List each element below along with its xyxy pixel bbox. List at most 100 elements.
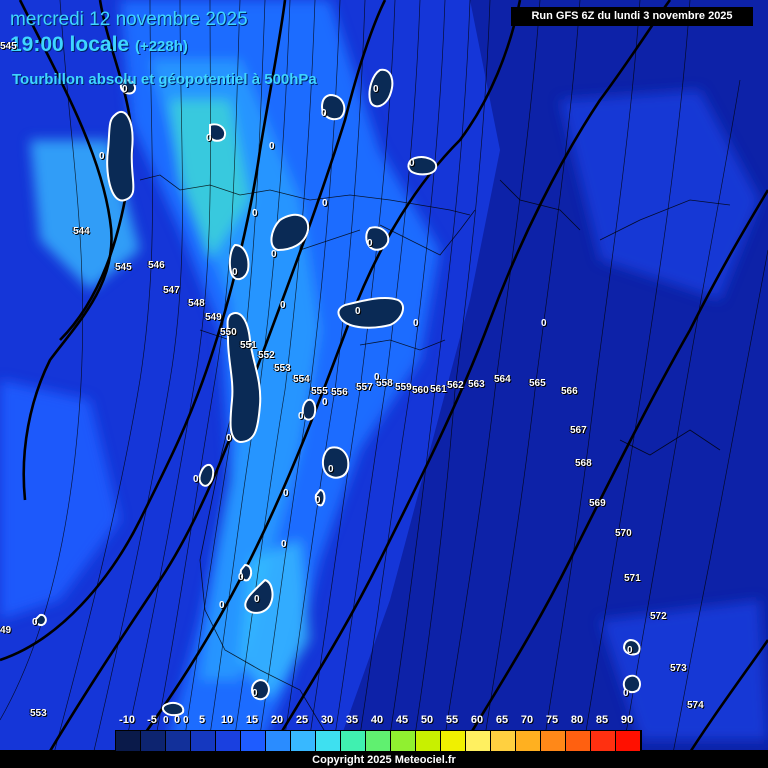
geopotential-label: 564 — [494, 374, 511, 385]
geopotential-label: 551 — [240, 340, 257, 351]
legend-swatch — [241, 731, 266, 751]
legend-label: 5 — [198, 714, 206, 726]
vorticity-zero-label: 0 — [322, 198, 328, 209]
vorticity-zero-label: 0 — [252, 208, 258, 219]
run-info: Run GFS 6Z du lundi 3 novembre 2025 — [511, 7, 753, 26]
legend-swatch — [416, 731, 441, 751]
vorticity-zero-label: 0 — [281, 539, 287, 550]
forecast-time: 19:00 locale (+228h) — [10, 33, 188, 57]
vorticity-zero-label: 0 — [409, 158, 415, 169]
vorticity-zero-label: 0 — [163, 715, 169, 726]
color-legend — [115, 730, 642, 752]
vorticity-zero-label: 0 — [355, 306, 361, 317]
vorticity-zero-label: 0 — [238, 572, 244, 583]
geopotential-label: 568 — [575, 458, 592, 469]
geopotential-label: 553 — [30, 708, 47, 719]
legend-label: 20 — [270, 714, 284, 726]
legend-label: 85 — [595, 714, 609, 726]
legend-label: 25 — [295, 714, 309, 726]
vorticity-zero-label: 0 — [193, 474, 199, 485]
vorticity-zero-label: 0 — [32, 617, 38, 628]
legend-swatch — [116, 731, 141, 751]
vorticity-zero-label: 0 — [99, 151, 105, 162]
vorticity-zero-label: 0 — [315, 495, 321, 506]
geopotential-label: 567 — [570, 425, 587, 436]
legend-swatch — [216, 731, 241, 751]
legend-label: 35 — [345, 714, 359, 726]
geopotential-label: 562 — [447, 380, 464, 391]
legend-label: 30 — [320, 714, 334, 726]
legend-swatch — [441, 731, 466, 751]
geopotential-label: 565 — [529, 378, 546, 389]
legend-swatch — [491, 731, 516, 751]
legend-swatch — [566, 731, 591, 751]
legend-swatch — [191, 731, 216, 751]
vorticity-zero-label: 0 — [623, 688, 629, 699]
legend-swatch — [291, 731, 316, 751]
vorticity-zero-label: 0 — [122, 84, 128, 95]
geopotential-label: 49 — [0, 625, 12, 636]
legend-label: 0 — [173, 714, 181, 726]
legend-swatch — [366, 731, 391, 751]
geopotential-label: 557 — [356, 382, 373, 393]
vorticity-zero-label: 0 — [541, 318, 547, 329]
legend-swatch — [316, 731, 341, 751]
legend-label: 70 — [520, 714, 534, 726]
vorticity-zero-label: 0 — [219, 600, 225, 611]
geopotential-label: 544 — [73, 226, 90, 237]
geopotential-label: 550 — [220, 327, 237, 338]
vorticity-zero-label: 0 — [252, 688, 258, 699]
vorticity-zero-label: 0 — [367, 238, 373, 249]
legend-label: 75 — [545, 714, 559, 726]
legend-swatch — [516, 731, 541, 751]
legend-label: 80 — [570, 714, 584, 726]
legend-swatch — [266, 731, 291, 751]
vorticity-zero-label: 0 — [271, 249, 277, 260]
geopotential-label: 545 — [115, 262, 132, 273]
geopotential-label: 556 — [331, 387, 348, 398]
legend-label: 65 — [495, 714, 509, 726]
legend-label: 40 — [370, 714, 384, 726]
vorticity-zero-label: 0 — [280, 300, 286, 311]
legend-label: 15 — [245, 714, 259, 726]
map-subtitle: Tourbillon absolu et géopotentiel à 500h… — [12, 71, 317, 88]
geopotential-label: 570 — [615, 528, 632, 539]
legend-swatch — [541, 731, 566, 751]
forecast-time-text: 19:00 locale — [10, 33, 130, 56]
geopotential-label: 546 — [148, 260, 165, 271]
legend-label: -5 — [147, 714, 157, 726]
legend-label: 45 — [395, 714, 409, 726]
geopotential-label: 569 — [589, 498, 606, 509]
vorticity-zero-label: 0 — [269, 141, 275, 152]
geopotential-label: 566 — [561, 386, 578, 397]
vorticity-zero-label: 0 — [322, 397, 328, 408]
legend-label: 50 — [420, 714, 434, 726]
legend-swatch — [341, 731, 366, 751]
vorticity-zero-label: 0 — [298, 411, 304, 422]
geopotential-label: 571 — [624, 573, 641, 584]
vorticity-zero-label: 0 — [232, 267, 238, 278]
geopotential-label: 560 — [412, 385, 429, 396]
geopotential-label: 555 — [311, 386, 328, 397]
legend-label: 60 — [470, 714, 484, 726]
geopotential-label: 549 — [205, 312, 222, 323]
geopotential-label: 554 — [293, 374, 310, 385]
legend-label: 10 — [220, 714, 234, 726]
vorticity-zero-label: 0 — [321, 108, 327, 119]
vorticity-zero-label: 0 — [183, 715, 189, 726]
geopotential-label: 553 — [274, 363, 291, 374]
legend-swatch — [616, 731, 641, 751]
geopotential-label: 573 — [670, 663, 687, 674]
forecast-date: mercredi 12 novembre 2025 — [10, 9, 248, 30]
geopotential-label: 547 — [163, 285, 180, 296]
vorticity-zero-label: 0 — [254, 594, 260, 605]
geopotential-label: 559 — [395, 382, 412, 393]
vorticity-zero-label: 0 — [283, 488, 289, 499]
vorticity-zero-label: 0 — [374, 372, 380, 383]
legend-swatch — [591, 731, 616, 751]
vorticity-zero-label: 0 — [413, 318, 419, 329]
vorticity-zero-label: 0 — [373, 84, 379, 95]
legend-label: 90 — [620, 714, 634, 726]
weather-map: Run GFS 6Z du lundi 3 novembre 2025 merc… — [0, 0, 768, 768]
vorticity-zero-label: 0 — [328, 464, 334, 475]
